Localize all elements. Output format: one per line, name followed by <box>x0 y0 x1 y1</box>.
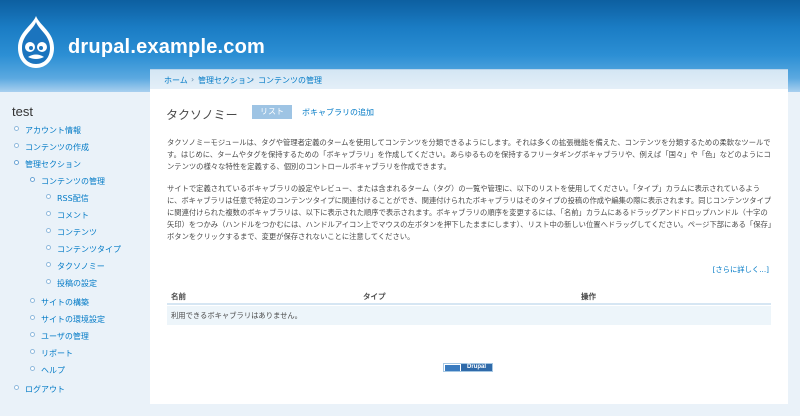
sidebar-block-title: test <box>12 104 33 119</box>
bullet-icon <box>14 143 19 148</box>
breadcrumb: ホーム › 管理セクション › コンテンツの管理 <box>150 69 788 89</box>
drupal-drop-icon <box>445 365 460 371</box>
bullet-icon <box>46 262 51 267</box>
table-row: 利用できるボキャブラリはありません。 <box>167 306 771 325</box>
breadcrumb-content-management[interactable]: コンテンツの管理 <box>258 75 322 86</box>
bullet-icon <box>46 228 51 233</box>
help-paragraph: タクソノミーモジュールは、タグや管理者定義のタームを使用してコンテンツを分類でき… <box>167 138 771 171</box>
breadcrumb-separator: › <box>251 75 255 84</box>
site-name-link[interactable]: drupal.example.com <box>68 36 265 59</box>
sidebar-item-create-content[interactable]: コンテンツの作成 <box>25 142 89 153</box>
sidebar-item-reports[interactable]: リポート <box>41 348 73 359</box>
bullet-open-icon <box>14 160 19 165</box>
bullet-icon <box>46 211 51 216</box>
sidebar-item-logout[interactable]: ログアウト <box>25 384 65 395</box>
tab-add-vocabulary[interactable]: ボキャブラリの追加 <box>302 107 374 118</box>
empty-table-message: 利用できるボキャブラリはありません。 <box>171 311 302 320</box>
sidebar-item-content-types[interactable]: コンテンツタイプ <box>57 244 121 255</box>
bullet-icon <box>30 315 35 320</box>
column-header-type[interactable]: タイプ <box>363 291 386 302</box>
bullet-icon <box>46 245 51 250</box>
sidebar: test アカウント情報 コンテンツの作成 管理セクション コンテンツの管理 R… <box>0 92 150 416</box>
column-header-operations: 操作 <box>581 292 596 301</box>
sidebar-item-site-config[interactable]: サイトの環境設定 <box>41 314 105 325</box>
bullet-open-icon <box>30 177 35 182</box>
bullet-icon <box>46 194 51 199</box>
help-paragraph: サイトで定義されているボキャブラリの設定やレビュー、または含まれるターム（タグ）… <box>167 184 772 241</box>
bullet-icon <box>46 279 51 284</box>
column-header-name[interactable]: 名前 <box>171 291 186 302</box>
breadcrumb-separator: › <box>191 75 195 84</box>
more-help-link[interactable]: [さらに詳しく...] <box>713 265 769 275</box>
sidebar-item-taxonomy[interactable]: タクソノミー <box>57 261 105 272</box>
drupal-logo-icon[interactable] <box>14 14 58 70</box>
bullet-icon <box>30 349 35 354</box>
bullet-icon <box>30 332 35 337</box>
sidebar-item-post-settings[interactable]: 投稿の設定 <box>57 278 97 289</box>
sidebar-item-admin[interactable]: 管理セクション <box>25 159 81 170</box>
bullet-icon <box>30 366 35 371</box>
sidebar-item-comments[interactable]: コメント <box>57 210 89 221</box>
table-header: 名前 タイプ 操作 <box>167 288 771 305</box>
sidebar-item-user-management[interactable]: ユーザの管理 <box>41 331 89 342</box>
breadcrumb-admin[interactable]: 管理セクション <box>198 75 254 86</box>
sidebar-item-help[interactable]: ヘルプ <box>41 365 65 376</box>
sidebar-item-account[interactable]: アカウント情報 <box>25 125 81 136</box>
sidebar-item-content-management[interactable]: コンテンツの管理 <box>41 176 105 187</box>
bullet-icon <box>30 298 35 303</box>
sidebar-item-content[interactable]: コンテンツ <box>57 227 97 238</box>
drupal-badge-label: Drupal <box>461 364 492 371</box>
powered-by-drupal-badge[interactable]: Drupal <box>443 363 493 372</box>
bullet-icon <box>14 126 19 131</box>
sidebar-item-site-building[interactable]: サイトの構築 <box>41 297 89 308</box>
bullet-icon <box>14 385 19 390</box>
page-title: タクソノミー <box>166 108 238 122</box>
breadcrumb-home[interactable]: ホーム <box>164 75 188 86</box>
sidebar-item-rss[interactable]: RSS配信 <box>57 193 89 204</box>
tab-list[interactable]: リスト <box>252 105 292 119</box>
main-content: ホーム › 管理セクション › コンテンツの管理 タクソノミー リスト ボキャブ… <box>150 69 788 404</box>
